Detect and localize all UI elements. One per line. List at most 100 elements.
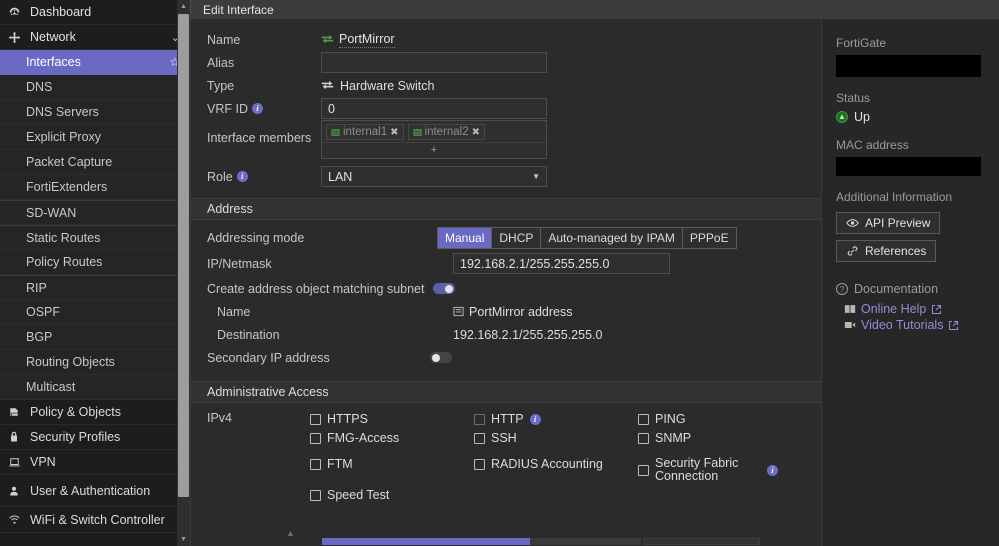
ip-netmask-input[interactable]: 192.168.2.1/255.255.255.0 bbox=[453, 253, 670, 274]
sidebar-item-interfaces[interactable]: Interfaces ☆ bbox=[0, 50, 190, 75]
sidebar-item-sd-wan[interactable]: SD-WAN bbox=[0, 200, 190, 225]
addressing-mode-buttongroup[interactable]: Manual DHCP Auto-managed by IPAM PPPoE bbox=[437, 227, 737, 249]
checkbox-label: HTTPS bbox=[327, 412, 368, 426]
video-tutorials-link[interactable]: Video Tutorials bbox=[844, 318, 987, 332]
add-member-button[interactable]: + bbox=[322, 142, 546, 158]
sidebar-item-user-authentication[interactable]: User & Authentication › bbox=[0, 475, 190, 507]
sidebar-item-label: FortiExtenders bbox=[26, 180, 107, 194]
sidebar-item-bgp[interactable]: BGP bbox=[0, 325, 190, 350]
checkbox-http[interactable]: HTTP i bbox=[474, 411, 638, 430]
sidebar-item-label: SD-WAN bbox=[26, 206, 76, 220]
sidebar-item-routing-objects[interactable]: Routing Objects bbox=[0, 350, 190, 375]
api-preview-button[interactable]: API Preview bbox=[836, 212, 940, 234]
online-help-link[interactable]: Online Help bbox=[844, 302, 987, 316]
form-scrollbar-track[interactable] bbox=[530, 538, 641, 545]
checkbox-snmp[interactable]: SNMP bbox=[638, 430, 798, 449]
create-address-object-toggle[interactable] bbox=[433, 283, 455, 294]
checkbox-box[interactable] bbox=[310, 459, 321, 470]
checkbox-security-fabric-connection[interactable]: Security Fabric Connection i bbox=[638, 456, 798, 483]
sidebar-item-fortiextenders[interactable]: FortiExtenders bbox=[0, 175, 190, 200]
member-chip-internal1[interactable]: internal1 ✖ bbox=[326, 124, 404, 140]
addressing-mode-manual[interactable]: Manual bbox=[438, 228, 492, 248]
book-icon bbox=[844, 304, 856, 314]
checkbox-label: FTM bbox=[327, 457, 353, 471]
references-button[interactable]: References bbox=[836, 240, 936, 262]
info-icon[interactable]: i bbox=[237, 171, 248, 182]
sidebar-item-explicit-proxy[interactable]: Explicit Proxy bbox=[0, 125, 190, 150]
info-icon[interactable]: i bbox=[767, 465, 778, 476]
scroll-down-icon[interactable]: ▼ bbox=[177, 533, 190, 546]
checkbox-label: PING bbox=[655, 412, 686, 426]
checkbox-box[interactable] bbox=[474, 433, 485, 444]
checkbox-https[interactable]: HTTPS bbox=[310, 411, 474, 430]
close-icon[interactable]: ✖ bbox=[390, 127, 398, 138]
addressing-mode-ipam[interactable]: Auto-managed by IPAM bbox=[541, 228, 683, 248]
sidebar-item-network[interactable]: Network ⌄ bbox=[0, 25, 190, 50]
role-select[interactable]: LAN ▼ bbox=[321, 166, 547, 187]
sidebar-item-policy-routes[interactable]: Policy Routes bbox=[0, 250, 190, 275]
sidebar-item-dns[interactable]: DNS bbox=[0, 75, 190, 100]
field-row-addressing-mode: Addressing mode Manual DHCP Auto-managed… bbox=[191, 226, 821, 249]
vrf-id-input[interactable]: 0 bbox=[321, 98, 547, 119]
addressing-mode-pppoe[interactable]: PPPoE bbox=[683, 228, 736, 248]
checkbox-box[interactable] bbox=[310, 414, 321, 425]
sidebar-item-packet-capture[interactable]: Packet Capture bbox=[0, 150, 190, 175]
checkbox-ping[interactable]: PING bbox=[638, 411, 798, 430]
vrf-id-label: VRF ID i bbox=[207, 97, 321, 120]
form-horizontal-scrollbar[interactable] bbox=[191, 538, 821, 546]
addressing-mode-dhcp[interactable]: DHCP bbox=[492, 228, 541, 248]
laptop-icon bbox=[8, 456, 26, 469]
checkbox-box[interactable] bbox=[310, 433, 321, 444]
scroll-up-icon[interactable]: ▲ bbox=[286, 528, 295, 538]
checkbox-box[interactable] bbox=[474, 414, 485, 425]
alias-input[interactable] bbox=[321, 52, 547, 73]
content-area: Name PortMirror Alias bbox=[190, 20, 999, 546]
name-value[interactable]: PortMirror bbox=[339, 32, 395, 48]
info-icon[interactable]: i bbox=[530, 414, 541, 425]
right-info-panel: FortiGate Status ▲ Up MAC address Additi… bbox=[821, 20, 999, 546]
addressing-mode-label: Addressing mode bbox=[207, 226, 437, 249]
role-label-text: Role bbox=[207, 170, 233, 184]
info-icon[interactable]: i bbox=[252, 103, 263, 114]
scroll-up-icon[interactable]: ▲ bbox=[177, 0, 190, 13]
chevron-down-icon: ▼ bbox=[532, 172, 540, 181]
sidebar: Dashboard › Network ⌄ Interfaces ☆ DNS D… bbox=[0, 0, 190, 546]
checkbox-box[interactable] bbox=[638, 465, 649, 476]
sidebar-item-label: DNS bbox=[26, 80, 52, 94]
sidebar-item-dashboard[interactable]: Dashboard › bbox=[0, 0, 190, 25]
sidebar-scrollbar-thumb[interactable] bbox=[178, 14, 189, 497]
checkbox-ftm[interactable]: FTM bbox=[310, 456, 474, 475]
online-help-label: Online Help bbox=[861, 302, 926, 316]
mac-address-label: MAC address bbox=[836, 138, 987, 152]
sidebar-item-multicast[interactable]: Multicast bbox=[0, 375, 190, 400]
sidebar-item-ospf[interactable]: OSPF bbox=[0, 300, 190, 325]
field-row-ip-netmask: IP/Netmask 192.168.2.1/255.255.255.0 bbox=[191, 252, 821, 275]
checkbox-box[interactable] bbox=[638, 433, 649, 444]
address-object-name-value: PortMirror address bbox=[469, 305, 573, 319]
sidebar-item-policy-objects[interactable]: Policy & Objects › bbox=[0, 400, 190, 425]
form-scrollbar-track-right[interactable] bbox=[643, 538, 760, 545]
sidebar-item-security-profiles[interactable]: Security Profiles › bbox=[0, 425, 190, 450]
checkbox-ssh[interactable]: SSH bbox=[474, 430, 638, 449]
member-chip-internal2[interactable]: internal2 ✖ bbox=[408, 124, 486, 140]
sidebar-item-static-routes[interactable]: Static Routes bbox=[0, 225, 190, 250]
close-icon[interactable]: ✖ bbox=[472, 127, 480, 138]
interface-members-box[interactable]: internal1 ✖ internal2 ✖ bbox=[321, 120, 547, 159]
address-object-icon bbox=[453, 306, 464, 317]
secondary-ip-toggle[interactable] bbox=[430, 352, 452, 363]
sidebar-item-vpn[interactable]: VPN › bbox=[0, 450, 190, 475]
checkbox-box[interactable] bbox=[310, 490, 321, 501]
checkbox-radius-accounting[interactable]: RADIUS Accounting bbox=[474, 456, 638, 475]
checkbox-speed-test[interactable]: Speed Test bbox=[310, 487, 474, 506]
address-object-name-label: Name bbox=[207, 300, 453, 323]
field-row-address-object-destination: Destination 192.168.2.1/255.255.255.0 bbox=[191, 323, 821, 346]
sidebar-scrollbar[interactable]: ▲ ▼ bbox=[177, 0, 190, 546]
role-label: Role i bbox=[207, 165, 321, 188]
checkbox-box[interactable] bbox=[638, 414, 649, 425]
checkbox-box[interactable] bbox=[474, 459, 485, 470]
form-scrollbar-thumb[interactable] bbox=[322, 538, 530, 545]
sidebar-item-dns-servers[interactable]: DNS Servers bbox=[0, 100, 190, 125]
checkbox-fmg-access[interactable]: FMG-Access bbox=[310, 430, 474, 449]
sidebar-item-rip[interactable]: RIP bbox=[0, 275, 190, 300]
sidebar-item-wifi-switch-controller[interactable]: WiFi & Switch Controller › bbox=[0, 507, 190, 533]
